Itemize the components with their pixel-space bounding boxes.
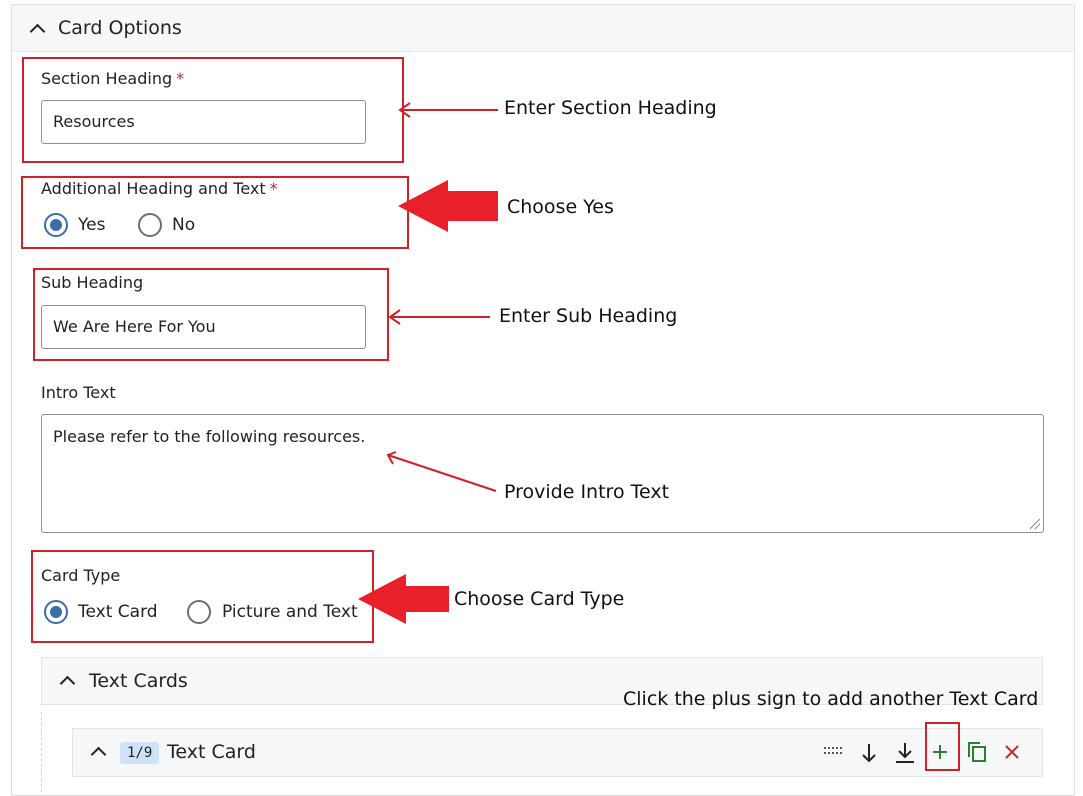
block-arrow-choose-yes-icon xyxy=(398,180,498,232)
block-arrow-card-type-icon xyxy=(358,574,449,624)
note-plus-hint: Click the plus sign to add another Text … xyxy=(623,688,1039,710)
note-choose-yes: Choose Yes xyxy=(507,196,614,218)
arrow-intro-text-icon xyxy=(386,451,497,492)
arrow-section-heading-icon xyxy=(398,102,498,118)
arrow-sub-heading-icon xyxy=(388,309,490,325)
note-provide-intro-text: Provide Intro Text xyxy=(504,481,670,503)
note-enter-section-heading: Enter Section Heading xyxy=(504,97,717,119)
note-choose-card-type: Choose Card Type xyxy=(454,588,625,610)
note-enter-sub-heading: Enter Sub Heading xyxy=(499,305,678,327)
